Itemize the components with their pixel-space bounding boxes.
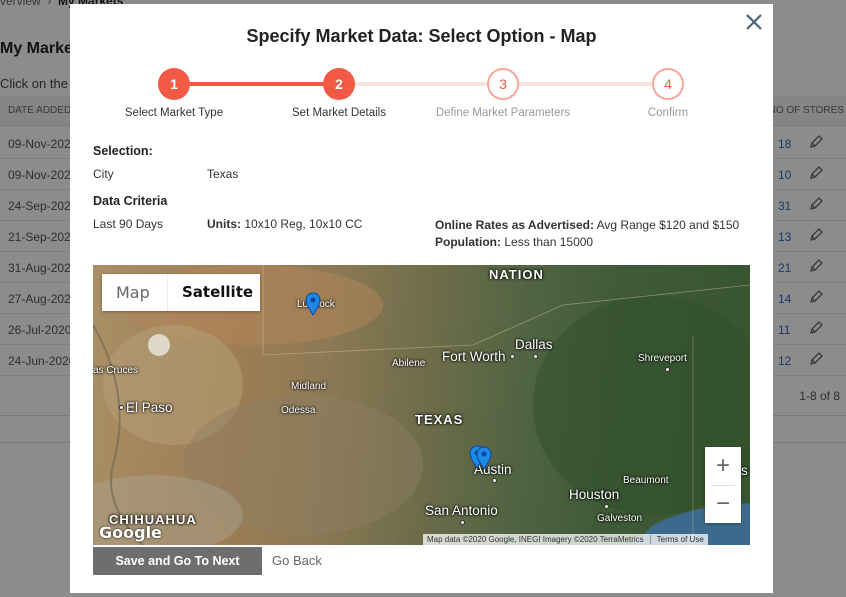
criteria-units: Units: 10x10 Reg, 10x10 CC — [207, 217, 362, 231]
step-3-circle: 3 — [487, 68, 519, 100]
map-label-odessa: Odessa — [281, 405, 316, 416]
modal-dialog: Specify Market Data: Select Option - Map… — [70, 4, 773, 593]
map-label-las-cruces: as Cruces — [93, 365, 139, 376]
modal-title: Specify Market Data: Select Option - Map — [246, 26, 597, 46]
map-dot-houston — [604, 504, 609, 509]
close-button[interactable] — [742, 10, 766, 34]
google-logo[interactable]: Google — [99, 523, 162, 542]
satellite-map[interactable]: Map Satellite NATION Lubbock Dallas Fort… — [93, 265, 750, 545]
map-label-shreveport: Shreveport — [638, 353, 687, 364]
step-2-label: Set Market Details — [292, 107, 386, 119]
data-criteria-heading: Data Criteria — [93, 194, 168, 208]
criteria-population: Population: Less than 15000 — [435, 235, 593, 249]
satellite-view-button[interactable]: Satellite — [168, 274, 260, 311]
map-label-midland: Midland — [291, 381, 327, 392]
step-1-circle: 1 — [158, 68, 190, 100]
zoom-control: + − — [705, 447, 741, 523]
selection-type: City — [93, 167, 114, 181]
units-label: Units: — [207, 217, 241, 231]
criteria-rates: Online Rates as Advertised: Avg Range $1… — [435, 218, 739, 232]
step-4-circle: 4 — [652, 68, 684, 100]
map-view-button[interactable]: Map — [102, 274, 168, 311]
map-attribution: Map data ©2020 Google, INEGI Imagery ©20… — [423, 534, 708, 545]
map-dot-el-paso — [119, 405, 124, 410]
map-type-toggle: Map Satellite — [102, 274, 260, 311]
map-label-san-antonio: San Antonio — [425, 503, 498, 518]
rates-label: Online Rates as Advertised: — [435, 218, 594, 232]
zoom-divider — [711, 485, 735, 486]
attribution-text: Map data ©2020 Google, INEGI Imagery ©20… — [427, 535, 644, 544]
map-label-galveston: Galveston — [597, 513, 643, 524]
step-1-label: Select Market Type — [124, 107, 224, 119]
map-label-houston: Houston — [569, 487, 620, 502]
map-label-el-paso: El Paso — [126, 400, 173, 415]
map-dot-san-antonio — [460, 520, 465, 525]
population-value: Less than 15000 — [504, 235, 594, 249]
step-2-circle: 2 — [323, 68, 355, 100]
map-label-fort-worth: Fort Worth — [442, 349, 506, 364]
zoom-in-button[interactable]: + — [705, 447, 741, 485]
population-label: Population: — [435, 235, 501, 249]
map-label-texas: TEXAS — [415, 412, 464, 427]
map-dot-dallas — [533, 354, 538, 359]
step-connector-1 — [174, 82, 340, 86]
rates-value: Avg Range $120 and $150 — [596, 218, 740, 232]
step-4-label: Confirm — [647, 107, 689, 119]
map-marker-icon[interactable] — [305, 292, 321, 316]
map-dot-fort-worth — [510, 354, 515, 359]
map-label-nation: NATION — [489, 267, 544, 282]
go-back-link[interactable]: Go Back — [272, 553, 322, 568]
close-icon — [746, 14, 762, 30]
selection-heading: Selection: — [93, 144, 153, 158]
progress-stepper: 1 2 3 4 Select Market Type Set Market De… — [70, 68, 773, 120]
step-3-label: Define Market Parameters — [435, 107, 571, 119]
units-value: 10x10 Reg, 10x10 CC — [244, 217, 363, 231]
map-dot-shreveport — [665, 367, 670, 372]
save-and-next-button[interactable]: Save and Go To Next — [93, 547, 262, 575]
map-label-dallas: Dallas — [515, 337, 553, 352]
map-label-edge: s — [741, 463, 748, 478]
map-marker-icon[interactable] — [476, 446, 492, 470]
map-dot-austin — [492, 478, 497, 483]
map-label-beaumont: Beaumont — [623, 475, 669, 486]
map-label-abilene: Abilene — [392, 358, 426, 369]
selection-value: Texas — [207, 167, 239, 181]
zoom-out-button[interactable]: − — [705, 485, 741, 523]
criteria-period: Last 90 Days — [93, 217, 164, 231]
terms-of-use-link[interactable]: Terms of Use — [649, 535, 704, 544]
